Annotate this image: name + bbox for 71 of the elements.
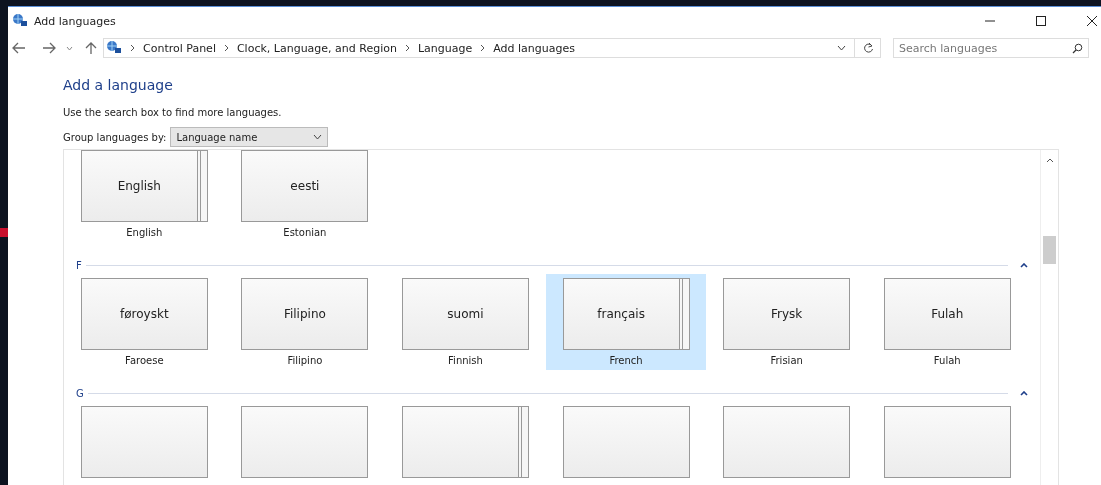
chevron-icon	[480, 44, 486, 52]
language-item[interactable]: suomi Finnish	[385, 274, 546, 370]
language-tile[interactable]: English	[80, 150, 208, 222]
language-name: Fulah	[933, 355, 961, 366]
scroll-up-icon[interactable]	[1045, 158, 1054, 163]
globe-icon	[106, 40, 122, 56]
language-tile[interactable]: Filipino	[241, 278, 369, 350]
language-tile[interactable]: français	[562, 278, 690, 350]
language-item[interactable]: føroyskt Faroese	[64, 274, 225, 370]
chevron-down-icon[interactable]	[837, 45, 846, 51]
breadcrumb-link[interactable]: Clock, Language, and Region	[236, 41, 397, 55]
forward-arrow-icon[interactable]	[42, 42, 56, 54]
language-name: Filipino	[287, 355, 323, 366]
language-tile[interactable]	[402, 406, 529, 478]
chevron-icon	[223, 44, 229, 52]
chevron-down-icon	[313, 134, 323, 140]
chevron-icon	[404, 44, 410, 52]
language-tile[interactable]	[562, 406, 690, 478]
refresh-icon[interactable]	[863, 42, 874, 54]
native-language-name: français	[597, 307, 645, 321]
native-language-name: Fulah	[931, 307, 964, 321]
globe-icon	[12, 13, 28, 29]
page-heading: Add a language	[63, 77, 174, 93]
group-header: F	[76, 259, 82, 271]
native-language-name: Frysk	[771, 307, 803, 321]
group-by-label: Group languages by:	[63, 131, 167, 143]
language-item[interactable]: Fulah Fulah	[866, 274, 1028, 370]
native-language-name: English	[117, 179, 161, 193]
language-item[interactable]: Filipino Filipino	[224, 274, 386, 370]
language-tile[interactable]: Frysk	[723, 278, 851, 350]
back-arrow-icon[interactable]	[12, 42, 26, 54]
chevron-icon	[130, 44, 135, 52]
collapse-chevron-icon[interactable]	[1020, 262, 1028, 268]
language-item[interactable]: Frysk Frisian	[706, 274, 867, 370]
language-tile[interactable]	[80, 406, 208, 478]
language-tile[interactable]	[723, 406, 851, 478]
language-name: Frisian	[770, 355, 803, 366]
language-name: English	[126, 227, 163, 238]
window-title: Add languages	[34, 14, 116, 28]
language-tile[interactable]: suomi	[402, 278, 529, 350]
language-item[interactable]: English English	[64, 150, 225, 242]
language-name: Finnish	[448, 355, 483, 366]
language-tile[interactable]	[883, 406, 1011, 478]
selected-language-item[interactable]: français French	[545, 274, 707, 370]
breadcrumb-link[interactable]: Add languages	[493, 41, 575, 55]
language-name: Faroese	[125, 355, 164, 366]
breadcrumb-link[interactable]: Control Panel	[143, 41, 216, 55]
breadcrumb-link[interactable]: Language	[417, 41, 473, 55]
native-language-name: føroyskt	[120, 307, 169, 321]
group-header: G	[76, 387, 84, 399]
native-language-name: eesti	[290, 179, 320, 193]
close-icon[interactable]	[1086, 15, 1098, 27]
instruction-text: Use the search box to find more languages.	[63, 107, 283, 118]
language-tile[interactable]: Fulah	[883, 278, 1011, 350]
maximize-icon[interactable]	[1035, 15, 1047, 27]
language-name: Estonian	[283, 227, 327, 238]
language-tile[interactable]	[241, 406, 369, 478]
collapse-chevron-icon[interactable]	[1020, 390, 1028, 396]
scrollbar-thumb[interactable]	[1043, 236, 1056, 264]
language-name: French	[609, 355, 643, 366]
search-icon	[1072, 43, 1083, 54]
up-arrow-icon[interactable]	[85, 41, 97, 55]
native-language-name: Filipino	[283, 307, 326, 321]
search-field[interactable]: Search languages	[893, 38, 1089, 58]
group-by-dropdown[interactable]: Language name	[170, 127, 329, 147]
language-tile[interactable]: føroyskt	[80, 278, 208, 350]
native-language-name: suomi	[447, 307, 484, 321]
language-tile[interactable]: eesti	[241, 150, 369, 222]
language-item[interactable]: eesti Estonian	[224, 150, 386, 242]
address-bar[interactable]: Control Panel Clock, Language, and Region Language Add languages	[103, 38, 881, 58]
caret-icon[interactable]	[66, 45, 73, 51]
